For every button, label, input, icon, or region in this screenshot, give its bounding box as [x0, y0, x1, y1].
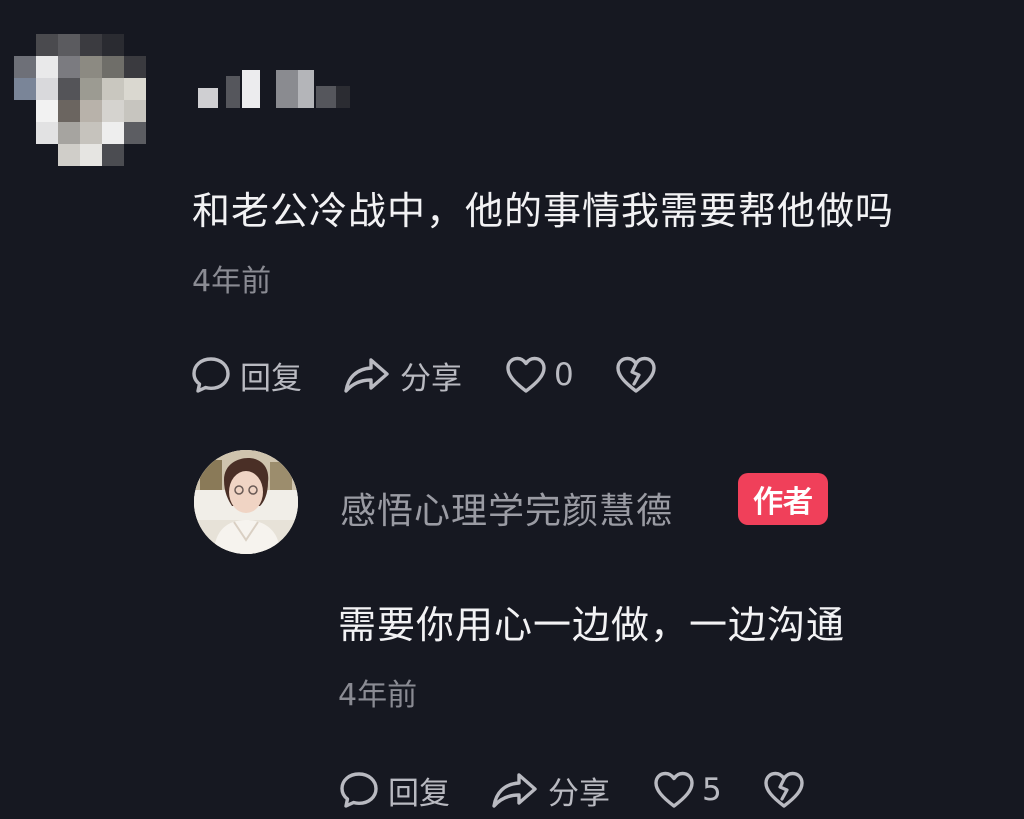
like-count: 0 [554, 357, 574, 393]
like-count: 5 [702, 772, 722, 808]
reply-button[interactable]: 回复 [338, 768, 450, 813]
comment-bubble-icon [338, 769, 380, 811]
comment-timestamp: 4年前 [192, 264, 272, 299]
comment-text: 和老公冷战中，他的事情我需要帮他做吗 [192, 189, 895, 233]
reply-label: 回复 [240, 360, 302, 397]
commenter-name-pixelated[interactable] [198, 70, 358, 110]
share-button[interactable]: 分享 [342, 353, 462, 398]
author-badge: 作者 [738, 473, 828, 525]
reply-button[interactable]: 回复 [190, 353, 302, 398]
reply-label: 回复 [388, 775, 450, 812]
like-button[interactable]: 0 [504, 354, 574, 396]
commenter-avatar-pixelated[interactable] [14, 34, 146, 166]
broken-heart-icon [762, 769, 806, 811]
dislike-button[interactable] [762, 769, 806, 811]
share-label: 分享 [548, 775, 610, 812]
author-avatar[interactable] [194, 450, 298, 554]
share-button[interactable]: 分享 [490, 768, 610, 813]
like-button[interactable]: 5 [652, 769, 722, 811]
comment-bubble-icon [190, 354, 232, 396]
heart-icon [652, 769, 696, 811]
reply-timestamp: 4年前 [338, 678, 418, 713]
share-arrow-icon [342, 354, 392, 396]
heart-icon [504, 354, 548, 396]
comment-thread: 和老公冷战中，他的事情我需要帮他做吗 4年前 回复 分享 0 感悟心理学完颜慧德… [0, 0, 1024, 819]
share-arrow-icon [490, 769, 540, 811]
broken-heart-icon [614, 354, 658, 396]
reply-text: 需要你用心一边做，一边沟通 [338, 603, 846, 647]
share-label: 分享 [400, 360, 462, 397]
dislike-button[interactable] [614, 354, 658, 396]
author-name[interactable]: 感悟心理学完颜慧德 [340, 482, 673, 534]
reply-actions: 回复 分享 5 [338, 768, 806, 812]
comment-actions: 回复 分享 0 [190, 353, 658, 397]
